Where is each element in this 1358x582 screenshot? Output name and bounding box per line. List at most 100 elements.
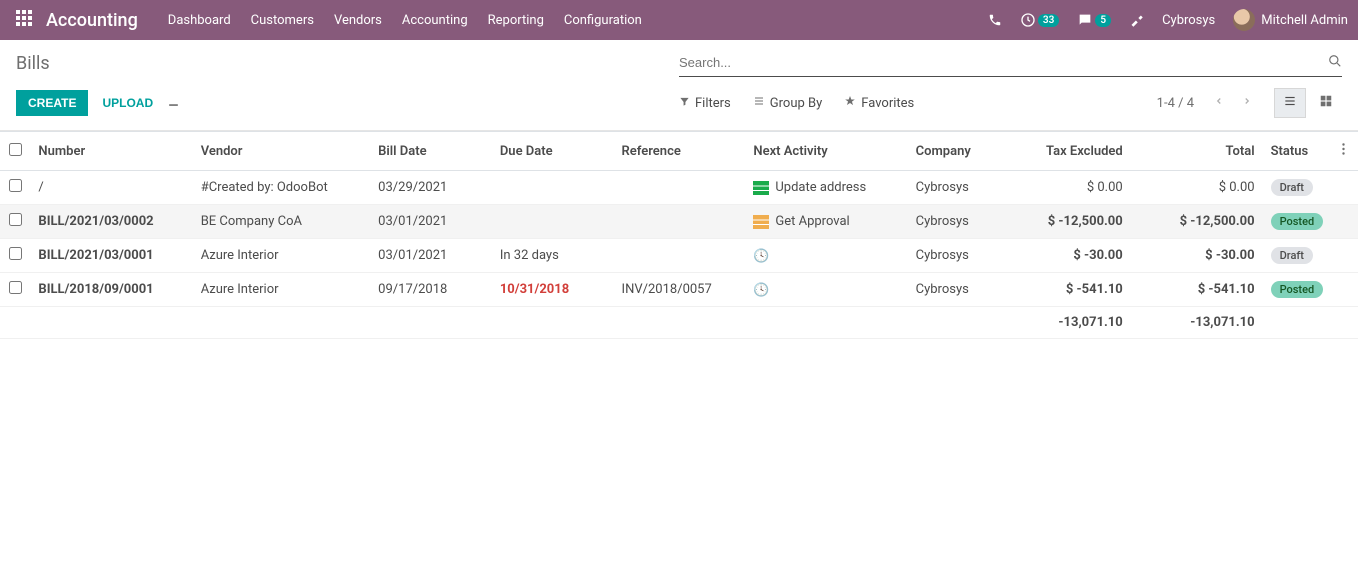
- search-input[interactable]: [679, 51, 1328, 74]
- filters-button[interactable]: Filters: [679, 95, 731, 111]
- cell-activity: Get Approval: [745, 205, 907, 239]
- cell-bill-date: 09/17/2018: [370, 273, 492, 307]
- bills-table: Number Vendor Bill Date Due Date Referen…: [0, 131, 1358, 339]
- cell-number: BILL/2021/03/0002: [30, 205, 192, 239]
- cell-reference: INV/2018/0057: [614, 273, 746, 307]
- cell-vendor: Azure Interior: [193, 273, 370, 307]
- filter-icon: [679, 96, 690, 111]
- group-by-label: Group By: [770, 96, 823, 111]
- table-row[interactable]: BILL/2021/03/0001Azure Interior03/01/202…: [0, 239, 1358, 273]
- cell-status: Posted: [1263, 205, 1334, 239]
- cell-due-date: [492, 205, 614, 239]
- cell-vendor: Azure Interior: [193, 239, 370, 273]
- status-badge: Posted: [1271, 281, 1324, 298]
- cell-bill-date: 03/01/2021: [370, 239, 492, 273]
- cell-total: $ -541.10: [1131, 273, 1263, 307]
- clock-icon[interactable]: 33: [1020, 12, 1059, 28]
- table-row[interactable]: BILL/2021/03/0002BE Company CoA03/01/202…: [0, 205, 1358, 239]
- menu-configuration[interactable]: Configuration: [564, 13, 642, 28]
- footer-total: -13,071.10: [1131, 307, 1263, 339]
- status-badge: Draft: [1271, 179, 1313, 196]
- col-number[interactable]: Number: [30, 132, 192, 171]
- cell-total: $ -30.00: [1131, 239, 1263, 273]
- search-icon[interactable]: [1328, 54, 1342, 72]
- cell-number: /: [30, 171, 192, 205]
- clock-activity-icon[interactable]: [753, 283, 769, 297]
- status-badge: Posted: [1271, 213, 1324, 230]
- row-checkbox[interactable]: [9, 179, 22, 192]
- company-name[interactable]: Cybrosys: [1162, 13, 1215, 28]
- menu-customers[interactable]: Customers: [251, 13, 314, 28]
- menu-dashboard[interactable]: Dashboard: [168, 13, 231, 28]
- search-bar[interactable]: [679, 49, 1342, 77]
- cell-due-date: [492, 171, 614, 205]
- top-nav: Accounting Dashboard Customers Vendors A…: [0, 0, 1358, 40]
- phone-icon[interactable]: [988, 13, 1002, 27]
- col-next-activity[interactable]: Next Activity: [745, 132, 907, 171]
- col-company[interactable]: Company: [908, 132, 1009, 171]
- menu-vendors[interactable]: Vendors: [334, 13, 382, 28]
- cell-company: Cybrosys: [908, 205, 1009, 239]
- cell-company: Cybrosys: [908, 171, 1009, 205]
- cell-vendor: #Created by: OdooBot: [193, 171, 370, 205]
- view-kanban[interactable]: [1310, 88, 1342, 118]
- upload-button[interactable]: UPLOAD: [102, 96, 153, 110]
- row-checkbox[interactable]: [9, 247, 22, 260]
- col-tax-excluded[interactable]: Tax Excluded: [1009, 132, 1131, 171]
- chat-icon[interactable]: 5: [1077, 12, 1111, 28]
- clock-badge: 33: [1038, 14, 1059, 27]
- col-vendor[interactable]: Vendor: [193, 132, 370, 171]
- cell-vendor: BE Company CoA: [193, 205, 370, 239]
- activity-icon[interactable]: [753, 181, 769, 195]
- col-total[interactable]: Total: [1131, 132, 1263, 171]
- col-status[interactable]: Status: [1263, 132, 1334, 171]
- col-options[interactable]: [1334, 132, 1358, 171]
- app-title[interactable]: Accounting: [46, 10, 138, 31]
- cell-due-date: 10/31/2018: [492, 273, 614, 307]
- cell-activity: [745, 273, 907, 307]
- status-badge: Draft: [1271, 247, 1313, 264]
- user-menu[interactable]: Mitchell Admin: [1233, 9, 1348, 31]
- col-due-date[interactable]: Due Date: [492, 132, 614, 171]
- cell-bill-date: 03/01/2021: [370, 205, 492, 239]
- cell-tax-excluded: $ -30.00: [1009, 239, 1131, 273]
- select-all-checkbox[interactable]: [9, 143, 22, 156]
- cell-total: $ 0.00: [1131, 171, 1263, 205]
- clock-activity-icon[interactable]: [753, 249, 769, 263]
- cell-company: Cybrosys: [908, 273, 1009, 307]
- footer-tax-excluded: -13,071.10: [1009, 307, 1131, 339]
- download-icon[interactable]: [167, 95, 180, 112]
- pager[interactable]: 1-4 / 4: [1157, 96, 1194, 111]
- group-by-button[interactable]: Group By: [753, 95, 823, 111]
- chat-badge: 5: [1095, 14, 1111, 27]
- wrench-icon[interactable]: [1129, 13, 1144, 28]
- menu-reporting[interactable]: Reporting: [488, 13, 544, 28]
- cell-company: Cybrosys: [908, 239, 1009, 273]
- group-icon: [753, 95, 765, 111]
- favorites-label: Favorites: [861, 96, 914, 111]
- breadcrumb: Bills: [16, 53, 679, 74]
- user-name: Mitchell Admin: [1261, 13, 1348, 28]
- view-list[interactable]: [1274, 88, 1306, 118]
- col-bill-date[interactable]: Bill Date: [370, 132, 492, 171]
- table-row[interactable]: BILL/2018/09/0001Azure Interior09/17/201…: [0, 273, 1358, 307]
- table-row[interactable]: /#Created by: OdooBot03/29/2021Update ad…: [0, 171, 1358, 205]
- row-checkbox[interactable]: [9, 281, 22, 294]
- cell-tax-excluded: $ -12,500.00: [1009, 205, 1131, 239]
- apps-icon[interactable]: [10, 10, 38, 30]
- cell-reference: [614, 239, 746, 273]
- pager-prev[interactable]: [1208, 91, 1230, 115]
- control-panel: Bills CREATE UPLOAD Filters Group By: [0, 40, 1358, 131]
- pager-next[interactable]: [1236, 91, 1258, 115]
- col-reference[interactable]: Reference: [614, 132, 746, 171]
- cell-total: $ -12,500.00: [1131, 205, 1263, 239]
- menu-accounting[interactable]: Accounting: [402, 13, 468, 28]
- cell-status: Posted: [1263, 273, 1334, 307]
- cell-activity: Update address: [745, 171, 907, 205]
- create-button[interactable]: CREATE: [16, 90, 88, 116]
- favorites-button[interactable]: Favorites: [844, 95, 914, 111]
- cell-number: BILL/2018/09/0001: [30, 273, 192, 307]
- activity-icon[interactable]: [753, 215, 769, 229]
- row-checkbox[interactable]: [9, 213, 22, 226]
- top-menu: Dashboard Customers Vendors Accounting R…: [168, 13, 988, 28]
